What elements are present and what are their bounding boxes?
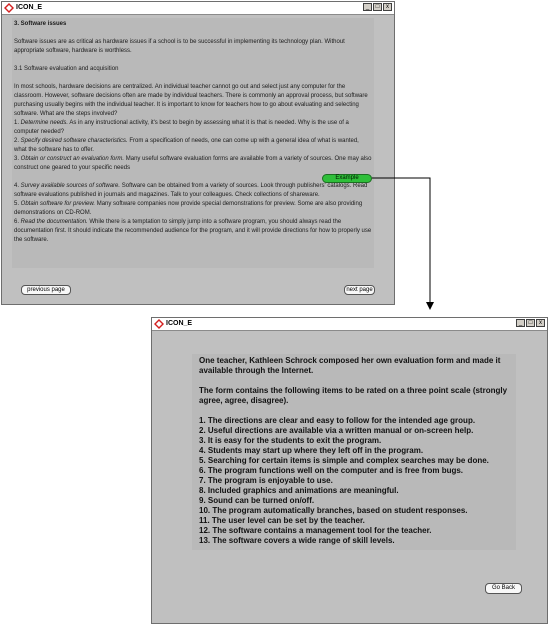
- app-icon: [154, 319, 164, 329]
- evaluation-panel: One teacher, Kathleen Schrock composed h…: [192, 354, 516, 550]
- list-item: 11. The user level can be set by the tea…: [199, 516, 365, 525]
- list-item: 12. The software contains a management t…: [199, 526, 432, 535]
- list-item: 2. Useful directions are available via a…: [199, 426, 474, 435]
- window-evaluation-form: ICON_E _ □ x One teacher, Kathleen Schro…: [151, 317, 548, 624]
- window2-titlebar[interactable]: ICON_E _ □ x: [152, 318, 547, 331]
- form-intro: The form contains the following items to…: [199, 386, 508, 405]
- minimize-button[interactable]: _: [516, 319, 525, 327]
- list-item: 8. Included graphics and animations are …: [199, 486, 399, 495]
- list-item: 5. Searching for certain items is simple…: [199, 456, 489, 465]
- list-item: 13. The software covers a wide range of …: [199, 536, 395, 545]
- evaluation-items-list: 1. The directions are clear and easy to …: [199, 416, 512, 546]
- window2-title: ICON_E: [166, 320, 193, 327]
- list-item: 4. Students may start up where they left…: [199, 446, 424, 455]
- evaluation-intro: One teacher, Kathleen Schrock composed h…: [199, 356, 501, 375]
- list-item: 1. The directions are clear and easy to …: [199, 416, 476, 425]
- list-item: 6. The program functions well on the com…: [199, 466, 464, 475]
- maximize-button[interactable]: □: [526, 319, 535, 327]
- close-button[interactable]: x: [536, 319, 545, 327]
- list-item: 7. The program is enjoyable to use.: [199, 476, 333, 485]
- go-back-button[interactable]: Go Back: [485, 583, 522, 594]
- list-item: 3. It is easy for the students to exit t…: [199, 436, 382, 445]
- list-item: 9. Sound can be turned on/off.: [199, 496, 315, 505]
- list-item: 10. The program automatically branches, …: [199, 506, 468, 515]
